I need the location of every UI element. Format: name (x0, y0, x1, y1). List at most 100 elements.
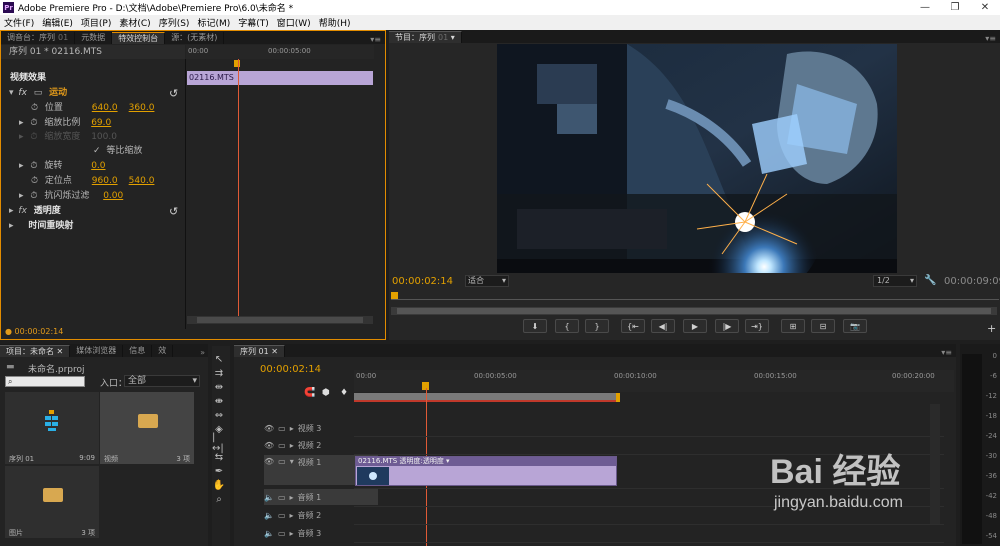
hand-tool-icon[interactable]: ✋ (212, 478, 226, 492)
video-clip[interactable]: 02116.MTS 透明度:透明度 ▾ (355, 456, 617, 486)
menu-title[interactable]: 字幕(T) (234, 16, 273, 29)
expand-triangle-icon[interactable]: ▸ (290, 493, 294, 502)
menu-window[interactable]: 窗口(W) (273, 16, 315, 29)
panel-menu-icon[interactable]: ▾≡ (941, 348, 956, 357)
menu-help[interactable]: 帮助(H) (315, 16, 355, 29)
lock-icon[interactable]: ▭ (278, 441, 286, 450)
slip-tool-icon[interactable]: |↔| (212, 432, 226, 454)
collapse-triangle-icon[interactable]: ▾ (290, 457, 294, 466)
antiflicker-value[interactable]: 0.00 (103, 191, 123, 201)
fx-icon[interactable]: fx (18, 88, 27, 98)
mini-ruler[interactable]: 00:00 00:00:05:00 (186, 45, 374, 59)
stopwatch-icon[interactable]: ⏱ (31, 103, 38, 113)
project-item-video-bin[interactable]: 视频 3 项 (100, 392, 194, 464)
menu-project[interactable]: 项目(P) (77, 16, 115, 29)
rate-stretch-tool-icon[interactable]: ⇔ (212, 408, 226, 422)
anchor-x-value[interactable]: 960.0 (92, 174, 126, 188)
expand-triangle-icon[interactable]: ▸ (290, 511, 294, 520)
speaker-icon[interactable]: 🔈 (264, 511, 274, 520)
lock-icon[interactable]: ▭ (278, 457, 286, 466)
mark-out-button[interactable]: } (585, 319, 609, 333)
program-zoom-thumb[interactable] (397, 308, 991, 314)
tab-metadata[interactable]: 元数据 (75, 32, 113, 44)
selection-tool-icon[interactable]: ↖ (212, 352, 226, 366)
track-select-tool-icon[interactable]: ⇉ (212, 366, 226, 380)
minimize-button[interactable]: — (910, 0, 940, 15)
menu-file[interactable]: 文件(F) (0, 16, 38, 29)
mini-clip[interactable]: 02116.MTS (187, 71, 373, 85)
lift-button[interactable]: ⊞ (781, 319, 805, 333)
step-back-button[interactable]: ◀| (651, 319, 675, 333)
motion-row[interactable]: ▾ fx ▭ 运动 (9, 86, 67, 100)
playhead-handle[interactable] (234, 60, 240, 67)
step-forward-button[interactable]: |▶ (715, 319, 739, 333)
scale-value[interactable]: 69.0 (91, 118, 111, 128)
panel-menu-icon[interactable]: ▾≡ (985, 34, 1000, 43)
marker-icon[interactable]: ⬢ (322, 388, 330, 398)
mini-scrollbar-thumb[interactable] (197, 317, 363, 323)
go-to-out-button[interactable]: ⇥} (745, 319, 769, 333)
project-item-sequence[interactable]: 序列 01 9:09 (5, 392, 99, 464)
add-button-icon[interactable]: + (987, 322, 996, 335)
project-item-image-bin[interactable]: 图片 3 项 (5, 466, 99, 538)
add-marker-button[interactable]: ⬇ (523, 319, 547, 333)
eye-icon[interactable]: 👁 (264, 457, 274, 466)
maximize-button[interactable]: ❐ (940, 0, 970, 15)
resolution-dropdown[interactable]: 1/2 ▾ (873, 275, 917, 287)
tab-project[interactable]: 项目：未命名 ✕ (0, 345, 71, 357)
expand-triangle-icon[interactable]: ▸ (290, 529, 294, 538)
program-video-frame[interactable] (497, 44, 897, 273)
panel-menu-icon[interactable]: » (200, 348, 208, 357)
lock-icon[interactable]: ▭ (278, 493, 286, 502)
snap-icon[interactable]: 🧲 (304, 388, 315, 398)
tab-sequence[interactable]: 序列 01 ✕ (234, 345, 285, 357)
work-area-bar[interactable] (354, 393, 620, 402)
program-timecode[interactable]: 00:00:02:14 (392, 276, 453, 287)
panel-menu-icon[interactable]: ▾≡ (370, 35, 385, 44)
mark-in-button[interactable]: { (555, 319, 579, 333)
tab-info[interactable]: 信息 (123, 345, 153, 357)
stopwatch-icon[interactable]: ⏱ (31, 176, 38, 186)
menu-clip[interactable]: 素材(C) (115, 16, 154, 29)
program-scrubber[interactable] (391, 292, 999, 306)
checkbox-checked-icon[interactable]: ✓ (93, 146, 101, 156)
expand-triangle-icon[interactable]: ▸ (19, 191, 24, 201)
work-area-end-handle[interactable] (616, 393, 620, 402)
expand-triangle-icon[interactable]: ▸ (290, 424, 294, 433)
tab-program[interactable]: 节目：序列 01 ▾ (389, 31, 462, 43)
timeline-timecode[interactable]: 00:00:02:14 (260, 364, 321, 375)
expand-triangle-icon[interactable]: ▾ (9, 88, 14, 98)
position-y-value[interactable]: 360.0 (129, 103, 155, 113)
tab-effect-controls[interactable]: 特效控制台 (112, 32, 166, 44)
close-button[interactable]: ✕ (970, 0, 1000, 15)
go-to-in-button[interactable]: {⇤ (621, 319, 645, 333)
uniform-scale-row[interactable]: ✓ 等比缩放 (93, 144, 142, 158)
expand-triangle-icon[interactable]: ▸ (9, 206, 14, 216)
tab-effects[interactable]: 效 (152, 345, 174, 357)
tab-source[interactable]: 源：(无素材) (165, 32, 225, 44)
menu-marker[interactable]: 标记(M) (193, 16, 234, 29)
expand-triangle-icon[interactable]: ▸ (9, 221, 14, 231)
extract-button[interactable]: ⊟ (811, 319, 835, 333)
expand-triangle-icon[interactable]: ▸ (19, 118, 24, 128)
expand-triangle-icon[interactable]: ▸ (290, 441, 294, 450)
play-button[interactable]: ▶ (683, 319, 707, 333)
program-playhead-handle[interactable] (391, 292, 398, 299)
speaker-icon[interactable]: 🔈 (264, 493, 274, 502)
timeline-ruler[interactable]: 00:00 00:00:05:00 00:00:10:00 00:00:15:0… (354, 370, 954, 392)
speaker-icon[interactable]: 🔈 (264, 529, 274, 538)
anchor-y-value[interactable]: 540.0 (129, 176, 155, 186)
inlet-dropdown[interactable]: 全部 ▾ (124, 375, 200, 387)
pen-tool-icon[interactable]: ✒ (212, 464, 226, 478)
project-search-input[interactable]: ⌕ (5, 376, 85, 387)
lock-icon[interactable]: ▭ (278, 529, 286, 538)
fx-icon[interactable]: fx (18, 206, 27, 216)
lock-icon[interactable]: ▭ (278, 511, 286, 520)
wrench-icon[interactable]: 🔧 (924, 275, 936, 286)
tab-audio-mixer[interactable]: 调音台：序列 01 (1, 32, 76, 44)
opacity-row[interactable]: ▸ fx 透明度 (9, 204, 61, 218)
expand-triangle-icon[interactable]: ▸ (19, 161, 24, 171)
time-remap-row[interactable]: ▸ 时间重映射 (9, 219, 73, 233)
rolling-edit-tool-icon[interactable]: ⇼ (212, 394, 226, 408)
tab-media-browser[interactable]: 媒体浏览器 (70, 345, 124, 357)
